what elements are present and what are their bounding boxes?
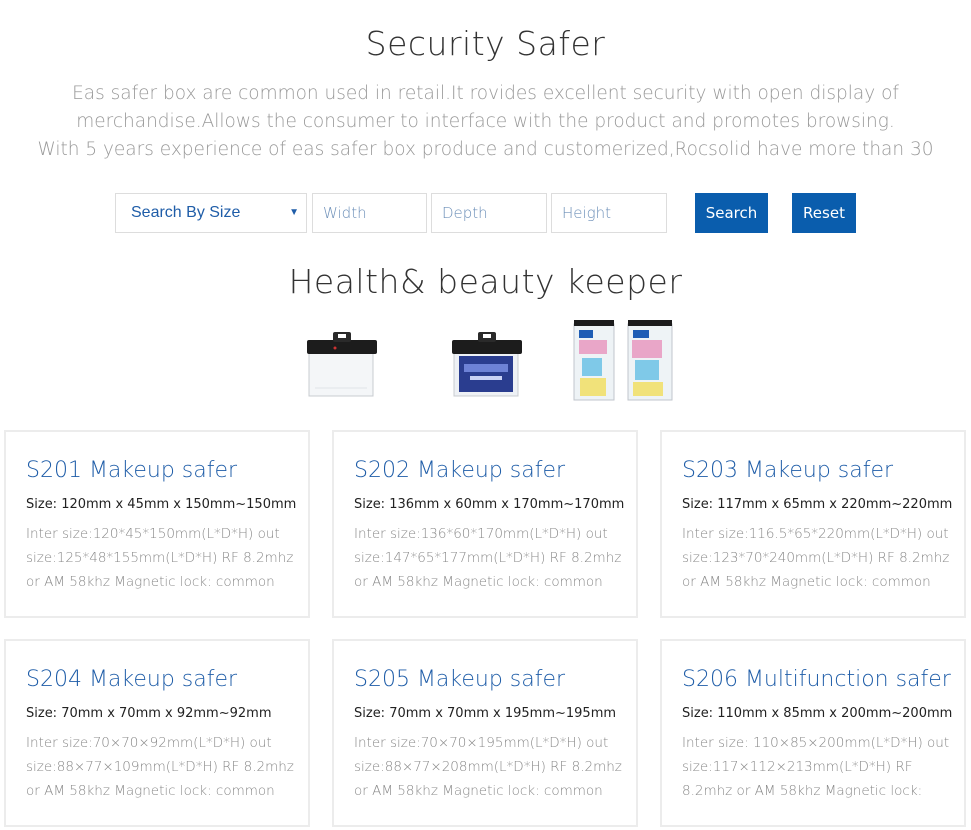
product-size: Size: 136mm x 60mm x 170mm~170mm bbox=[354, 497, 625, 512]
product-card[interactable]: S205 Makeup safer Size: 70mm x 70mm x 19… bbox=[332, 639, 638, 827]
intro-line: With 5 years experience of eas safer box… bbox=[37, 139, 934, 160]
product-description: Inter size:70×70×92mm(L*D*H) out size:88… bbox=[26, 735, 294, 799]
product-card[interactable]: S201 Makeup safer Size: 120mm x 45mm x 1… bbox=[4, 430, 310, 618]
width-input[interactable] bbox=[312, 193, 427, 233]
product-card[interactable]: S203 Makeup safer Size: 117mm x 65mm x 2… bbox=[660, 430, 966, 618]
page-title: Security Safer bbox=[365, 24, 606, 63]
product-image-tall-safers[interactable] bbox=[570, 318, 676, 402]
search-bar: Search By Size ▼ Search Reset bbox=[0, 193, 971, 233]
product-size: Size: 70mm x 70mm x 195mm~195mm bbox=[354, 706, 617, 721]
product-title[interactable]: S202 Makeup safer bbox=[354, 456, 636, 486]
product-title[interactable]: S204 Makeup safer bbox=[26, 665, 308, 695]
depth-input[interactable] bbox=[431, 193, 547, 233]
product-title[interactable]: S203 Makeup safer bbox=[682, 456, 964, 486]
select-value: Search By Size bbox=[131, 204, 241, 221]
product-description: Inter size:120*45*150mm(L*D*H) out size:… bbox=[26, 526, 294, 590]
reset-button[interactable]: Reset bbox=[792, 193, 856, 233]
caret-down-icon: ▼ bbox=[289, 207, 299, 218]
product-description: Inter size:116.5*65*220mm(L*D*H) out siz… bbox=[682, 526, 950, 590]
product-size: Size: 110mm x 85mm x 200mm~200mm bbox=[682, 706, 953, 721]
intro-text: Eas safer box are common used in retail.… bbox=[0, 80, 971, 164]
product-size: Size: 120mm x 45mm x 150mm~150mm bbox=[26, 497, 297, 512]
intro-line: merchandise.Allows the consumer to inter… bbox=[76, 111, 895, 132]
product-image-clear-safer[interactable] bbox=[305, 330, 379, 400]
product-description: Inter size:136*60*170mm(L*D*H) out size:… bbox=[354, 526, 622, 590]
intro-line: Eas safer box are common used in retail.… bbox=[72, 83, 899, 104]
product-card[interactable]: S202 Makeup safer Size: 136mm x 60mm x 1… bbox=[332, 430, 638, 618]
product-image-whitening-safer[interactable] bbox=[450, 330, 524, 400]
product-title[interactable]: S206 Multifunction safer bbox=[682, 665, 964, 695]
height-input[interactable] bbox=[551, 193, 667, 233]
product-card[interactable]: S206 Multifunction safer Size: 110mm x 8… bbox=[660, 639, 966, 827]
product-description: Inter size:70×70×195mm(L*D*H) out size:8… bbox=[354, 735, 622, 799]
search-by-size-select[interactable]: Search By Size ▼ bbox=[115, 193, 307, 233]
product-title[interactable]: S201 Makeup safer bbox=[26, 456, 308, 486]
product-description: Inter size: 110×85×200mm(L*D*H) out size… bbox=[682, 735, 950, 799]
product-size: Size: 117mm x 65mm x 220mm~220mm bbox=[682, 497, 953, 512]
search-button[interactable]: Search bbox=[695, 193, 768, 233]
product-title[interactable]: S205 Makeup safer bbox=[354, 665, 636, 695]
product-size: Size: 70mm x 70mm x 92mm~92mm bbox=[26, 706, 272, 721]
section-title: Health& beauty keeper bbox=[288, 262, 683, 301]
product-card[interactable]: S204 Makeup safer Size: 70mm x 70mm x 92… bbox=[4, 639, 310, 827]
